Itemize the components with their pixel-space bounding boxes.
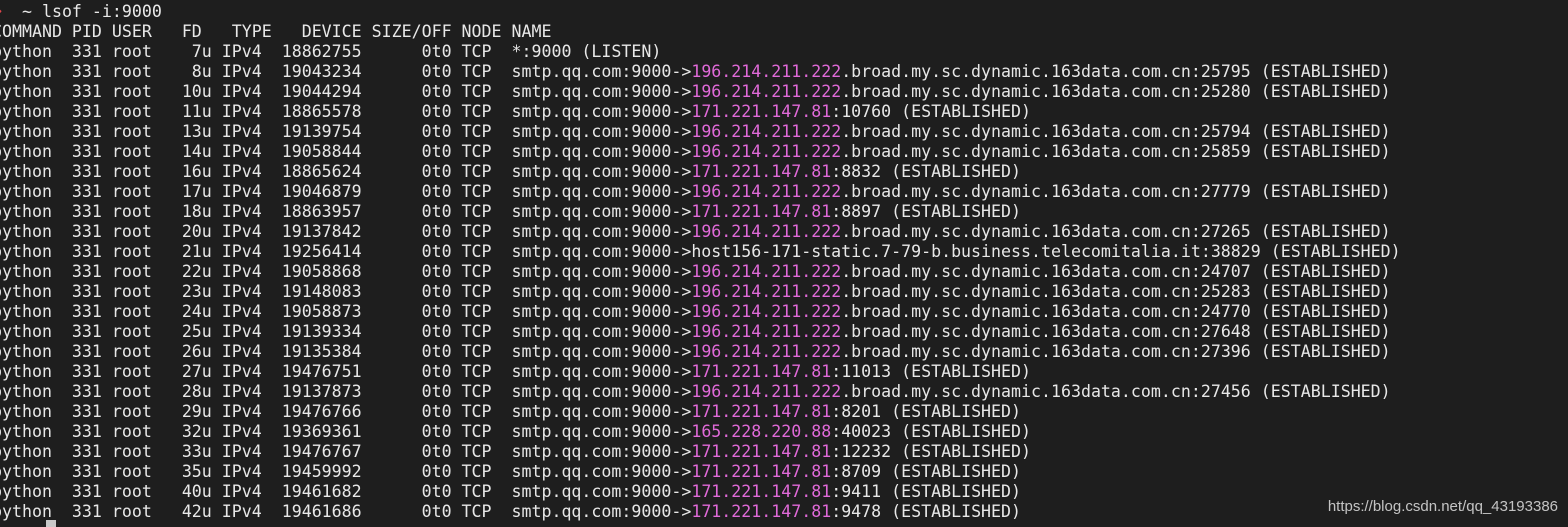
remote-ip: 171.221.147.81 xyxy=(691,402,832,421)
table-row: python 331 root 24u IPv4 19058873 0t0 TC… xyxy=(0,302,1391,322)
connection-suffix: .broad.my.sc.dynamic.163data.com.cn:2726… xyxy=(841,222,1391,241)
remote-ip: 171.221.147.81 xyxy=(691,502,832,521)
remote-ip: 171.221.147.81 xyxy=(691,362,832,381)
table-row: python 331 root 11u IPv4 18865578 0t0 TC… xyxy=(0,102,1031,122)
connection-suffix: :8832 (ESTABLISHED) xyxy=(831,162,1022,181)
table-row: python 331 root 8u IPv4 19043234 0t0 TCP… xyxy=(0,62,1391,82)
connection-suffix: .broad.my.sc.dynamic.163data.com.cn:2585… xyxy=(841,142,1391,161)
table-row: python 331 root 28u IPv4 19137873 0t0 TC… xyxy=(0,382,1391,402)
row-fields: python 331 root 27u IPv4 19476751 0t0 TC… xyxy=(0,362,692,381)
connection-suffix: :40023 (ESTABLISHED) xyxy=(831,422,1032,441)
remote-ip: 171.221.147.81 xyxy=(691,482,832,501)
remote-ip: 196.214.211.222 xyxy=(691,262,842,281)
table-row: python 331 root 40u IPv4 19461682 0t0 TC… xyxy=(0,482,1021,502)
remote-ip: 171.221.147.81 xyxy=(691,202,832,221)
row-fields: python 331 root 26u IPv4 19135384 0t0 TC… xyxy=(0,342,692,361)
connection-suffix: .broad.my.sc.dynamic.163data.com.cn:2777… xyxy=(841,182,1391,201)
table-row: python 331 root 17u IPv4 19046879 0t0 TC… xyxy=(0,182,1391,202)
row-fields: python 331 root 32u IPv4 19369361 0t0 TC… xyxy=(0,422,692,441)
table-row: python 331 root 10u IPv4 19044294 0t0 TC… xyxy=(0,82,1391,102)
table-header: COMMAND PID USER FD TYPE DEVICE SIZE/OFF… xyxy=(0,22,552,41)
row-fields: python 331 root 7u IPv4 18862755 0t0 TCP… xyxy=(0,42,662,61)
row-fields: python 331 root 10u IPv4 19044294 0t0 TC… xyxy=(0,82,692,101)
connection-suffix: :9411 (ESTABLISHED) xyxy=(831,482,1022,501)
remote-ip: 196.214.211.222 xyxy=(691,142,842,161)
table-row: python 331 root 25u IPv4 19139334 0t0 TC… xyxy=(0,322,1391,342)
row-fields: python 331 root 28u IPv4 19137873 0t0 TC… xyxy=(0,382,692,401)
connection-suffix: .broad.my.sc.dynamic.163data.com.cn:2528… xyxy=(841,282,1391,301)
table-row: python 331 root 7u IPv4 18862755 0t0 TCP… xyxy=(0,42,661,62)
row-fields: python 331 root 21u IPv4 19256414 0t0 TC… xyxy=(0,242,1401,261)
table-row: python 331 root 42u IPv4 19461686 0t0 TC… xyxy=(0,502,1021,522)
row-fields: python 331 root 14u IPv4 19058844 0t0 TC… xyxy=(0,142,692,161)
row-fields: python 331 root 33u IPv4 19476767 0t0 TC… xyxy=(0,442,692,461)
connection-suffix: .broad.my.sc.dynamic.163data.com.cn:2579… xyxy=(841,122,1391,141)
row-fields: python 331 root 25u IPv4 19139334 0t0 TC… xyxy=(0,322,692,341)
remote-ip: 171.221.147.81 xyxy=(691,442,832,461)
remote-ip: 196.214.211.222 xyxy=(691,62,842,81)
connection-suffix: :12232 (ESTABLISHED) xyxy=(831,442,1032,461)
table-row: python 331 root 23u IPv4 19148083 0t0 TC… xyxy=(0,282,1391,302)
terminal-cursor xyxy=(46,520,56,527)
connection-suffix: .broad.my.sc.dynamic.163data.com.cn:2745… xyxy=(841,382,1391,401)
table-row: python 331 root 22u IPv4 19058868 0t0 TC… xyxy=(0,262,1391,282)
remote-ip: 196.214.211.222 xyxy=(691,122,842,141)
connection-suffix: .broad.my.sc.dynamic.163data.com.cn:2528… xyxy=(841,82,1391,101)
connection-suffix: :9478 (ESTABLISHED) xyxy=(831,502,1022,521)
remote-ip: 171.221.147.81 xyxy=(691,462,832,481)
table-row: python 331 root 21u IPv4 19256414 0t0 TC… xyxy=(0,242,1401,262)
row-fields: python 331 root 24u IPv4 19058873 0t0 TC… xyxy=(0,302,692,321)
row-fields: python 331 root 23u IPv4 19148083 0t0 TC… xyxy=(0,282,692,301)
command-text: ~ lsof -i:9000 xyxy=(2,2,162,21)
row-fields: python 331 root 29u IPv4 19476766 0t0 TC… xyxy=(0,402,692,421)
table-row: python 331 root 14u IPv4 19058844 0t0 TC… xyxy=(0,142,1391,162)
prompt-line: ➜ ~ lsof -i:9000 xyxy=(0,2,162,22)
connection-suffix: :8201 (ESTABLISHED) xyxy=(831,402,1022,421)
connection-suffix: .broad.my.sc.dynamic.163data.com.cn:2477… xyxy=(841,302,1391,321)
remote-ip: 196.214.211.222 xyxy=(691,282,842,301)
connection-suffix: .broad.my.sc.dynamic.163data.com.cn:2764… xyxy=(841,322,1391,341)
remote-ip: 196.214.211.222 xyxy=(691,222,842,241)
terminal-window[interactable]: ➜ ~ lsof -i:9000 COMMAND PID USER FD TYP… xyxy=(0,0,1568,527)
remote-ip: 196.214.211.222 xyxy=(691,322,842,341)
connection-suffix: :8897 (ESTABLISHED) xyxy=(831,202,1022,221)
table-row: python 331 root 18u IPv4 18863957 0t0 TC… xyxy=(0,202,1021,222)
remote-ip: 196.214.211.222 xyxy=(691,382,842,401)
row-fields: python 331 root 20u IPv4 19137842 0t0 TC… xyxy=(0,222,692,241)
row-fields: python 331 root 42u IPv4 19461686 0t0 TC… xyxy=(0,502,692,521)
connection-suffix: :8709 (ESTABLISHED) xyxy=(831,462,1022,481)
remote-ip: 196.214.211.222 xyxy=(691,342,842,361)
remote-ip: 196.214.211.222 xyxy=(691,182,842,201)
table-row: python 331 root 26u IPv4 19135384 0t0 TC… xyxy=(0,342,1391,362)
row-fields: python 331 root 8u IPv4 19043234 0t0 TCP… xyxy=(0,62,692,81)
connection-suffix: .broad.my.sc.dynamic.163data.com.cn:2579… xyxy=(841,62,1391,81)
row-fields: python 331 root 11u IPv4 18865578 0t0 TC… xyxy=(0,102,692,121)
row-fields: python 331 root 35u IPv4 19459992 0t0 TC… xyxy=(0,462,692,481)
connection-suffix: :10760 (ESTABLISHED) xyxy=(831,102,1032,121)
row-fields: python 331 root 40u IPv4 19461682 0t0 TC… xyxy=(0,482,692,501)
connection-suffix: .broad.my.sc.dynamic.163data.com.cn:2470… xyxy=(841,262,1391,281)
table-row: python 331 root 16u IPv4 18865624 0t0 TC… xyxy=(0,162,1021,182)
row-fields: python 331 root 16u IPv4 18865624 0t0 TC… xyxy=(0,162,692,181)
remote-ip: 171.221.147.81 xyxy=(691,162,832,181)
remote-ip: 196.214.211.222 xyxy=(691,302,842,321)
row-fields: python 331 root 13u IPv4 19139754 0t0 TC… xyxy=(0,122,692,141)
table-row: python 331 root 35u IPv4 19459992 0t0 TC… xyxy=(0,462,1021,482)
row-fields: python 331 root 17u IPv4 19046879 0t0 TC… xyxy=(0,182,692,201)
remote-ip: 165.228.220.88 xyxy=(691,422,832,441)
table-row: python 331 root 29u IPv4 19476766 0t0 TC… xyxy=(0,402,1021,422)
connection-suffix: .broad.my.sc.dynamic.163data.com.cn:2739… xyxy=(841,342,1391,361)
table-row: python 331 root 27u IPv4 19476751 0t0 TC… xyxy=(0,362,1031,382)
table-row: python 331 root 32u IPv4 19369361 0t0 TC… xyxy=(0,422,1031,442)
table-row: python 331 root 20u IPv4 19137842 0t0 TC… xyxy=(0,222,1391,242)
table-row: python 331 root 13u IPv4 19139754 0t0 TC… xyxy=(0,122,1391,142)
row-fields: python 331 root 18u IPv4 18863957 0t0 TC… xyxy=(0,202,692,221)
row-fields: python 331 root 22u IPv4 19058868 0t0 TC… xyxy=(0,262,692,281)
remote-ip: 171.221.147.81 xyxy=(691,102,832,121)
table-row: python 331 root 33u IPv4 19476767 0t0 TC… xyxy=(0,442,1031,462)
remote-ip: 196.214.211.222 xyxy=(691,82,842,101)
watermark: https://blog.csdn.net/qq_43193386 xyxy=(1327,498,1558,515)
connection-suffix: :11013 (ESTABLISHED) xyxy=(831,362,1032,381)
